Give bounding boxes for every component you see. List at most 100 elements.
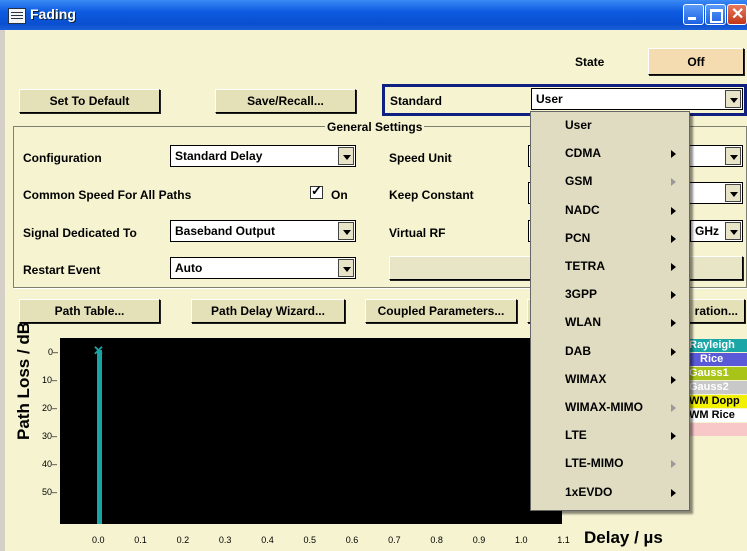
state-toggle-button[interactable]: Off bbox=[648, 48, 744, 75]
virtual-rf-unit-select[interactable]: GHz bbox=[690, 220, 743, 242]
submenu-arrow-icon bbox=[671, 460, 676, 469]
virtual-rf-unit-value: GHz bbox=[695, 224, 719, 238]
legend-item: WM Rice bbox=[686, 409, 747, 422]
signal-dedicated-value: Baseband Output bbox=[175, 224, 276, 238]
menu-item-label: WLAN bbox=[565, 315, 601, 330]
legend-item bbox=[686, 423, 747, 436]
virtual-rf-label: Virtual RF bbox=[389, 226, 446, 240]
close-button[interactable]: ✕ bbox=[727, 4, 747, 25]
standard-dropdown-menu: User CDMA GSM NADC PCN TETRA 3GPP WLAN DAB WIMAX W… bbox=[530, 111, 690, 511]
menu-item-wimax-mimo[interactable]: WIMAX-MIMO bbox=[531, 394, 689, 422]
x-axis-label: Delay / µs bbox=[584, 528, 663, 547]
x-tick-label: 0.3 bbox=[218, 535, 232, 545]
menu-item-cdma[interactable]: CDMA bbox=[531, 140, 689, 168]
chevron-down-icon[interactable] bbox=[338, 222, 354, 240]
chevron-down-icon[interactable] bbox=[725, 222, 741, 240]
signal-dedicated-select[interactable]: Baseband Output bbox=[170, 220, 356, 242]
chevron-down-icon[interactable] bbox=[338, 147, 354, 165]
x-tick-label: 0.1 bbox=[134, 535, 147, 545]
menu-item-user[interactable]: User bbox=[531, 112, 689, 140]
y-tick-label: 40– bbox=[42, 459, 58, 469]
general-settings-title: General Settings bbox=[325, 120, 425, 134]
x-tick-label: 1.0 bbox=[515, 535, 528, 545]
restart-event-select[interactable]: Auto bbox=[170, 257, 356, 279]
x-tick-label: 0.5 bbox=[303, 535, 317, 545]
chevron-down-icon[interactable] bbox=[338, 259, 354, 277]
y-tick-label: 10– bbox=[42, 375, 58, 385]
maximize-button[interactable] bbox=[705, 4, 726, 25]
x-tick-label: 0.7 bbox=[388, 535, 401, 545]
chevron-down-icon[interactable] bbox=[725, 184, 741, 202]
configuration-select[interactable]: Standard Delay bbox=[170, 145, 356, 167]
set-to-default-button[interactable]: Set To Default bbox=[19, 89, 160, 113]
menu-item-label: TETRA bbox=[565, 259, 605, 273]
standard-select[interactable]: User bbox=[531, 88, 743, 110]
menu-item-nadc[interactable]: NADC bbox=[531, 197, 689, 225]
x-tick-label: 0.0 bbox=[92, 535, 105, 545]
menu-item-label: NADC bbox=[565, 202, 600, 217]
menu-item-wimax[interactable]: WIMAX bbox=[531, 366, 689, 394]
menu-item-label: PCN bbox=[565, 230, 591, 245]
window-icon bbox=[8, 8, 26, 24]
menu-item-1xevdo[interactable]: 1xEVDO bbox=[531, 479, 689, 507]
y-tick-label: 20– bbox=[42, 403, 58, 413]
minimize-button[interactable] bbox=[683, 4, 704, 25]
y-axis-label: Path Loss / dB bbox=[14, 321, 33, 440]
maximize-icon bbox=[710, 9, 723, 23]
menu-item-gsm[interactable]: GSM bbox=[531, 168, 689, 196]
menu-item-label: WIMAX-MIMO bbox=[565, 400, 643, 414]
legend-item: Gauss2 bbox=[686, 381, 747, 394]
menu-item-lte[interactable]: LTE bbox=[531, 422, 689, 450]
coupled-parameters-button[interactable]: Coupled Parameters... bbox=[365, 299, 517, 323]
speed-unit-label: Speed Unit bbox=[389, 151, 452, 165]
restart-event-value: Auto bbox=[175, 261, 203, 275]
submenu-arrow-icon bbox=[671, 375, 676, 384]
submenu-arrow-icon bbox=[671, 404, 676, 412]
menu-item-tetra[interactable]: TETRA bbox=[531, 253, 689, 281]
submenu-arrow-icon bbox=[671, 291, 676, 300]
menu-item-lte-mimo[interactable]: LTE-MIMO bbox=[531, 450, 689, 478]
common-speed-checkbox[interactable]: ✓ bbox=[310, 183, 323, 199]
close-icon: ✕ bbox=[731, 6, 745, 23]
menu-item-wlan[interactable]: WLAN bbox=[531, 309, 689, 337]
menu-item-label: LTE bbox=[565, 428, 587, 443]
configuration-value: Standard Delay bbox=[175, 149, 263, 163]
menu-item-label: CDMA bbox=[565, 146, 601, 161]
menu-item-3gpp[interactable]: 3GPP bbox=[531, 281, 689, 309]
x-tick-label: 0.8 bbox=[430, 535, 443, 545]
y-tick-label: 30– bbox=[42, 431, 58, 441]
x-tick-label: 0.2 bbox=[176, 535, 190, 545]
title-bar: Fading ✕ bbox=[0, 0, 747, 30]
configuration-label: Configuration bbox=[23, 151, 102, 165]
window-title: Fading bbox=[30, 6, 76, 22]
legend-item: Rice bbox=[686, 353, 747, 366]
submenu-arrow-icon bbox=[671, 432, 676, 441]
x-tick-label: 0.9 bbox=[472, 535, 486, 545]
standard-value: User bbox=[536, 92, 563, 106]
state-label: State bbox=[575, 55, 605, 69]
path-table-button[interactable]: Path Table... bbox=[19, 299, 160, 323]
path-marker-line bbox=[97, 350, 102, 524]
y-tick-label: 50– bbox=[42, 487, 58, 497]
common-speed-on-label: On bbox=[331, 188, 348, 202]
chevron-down-icon[interactable] bbox=[725, 90, 741, 108]
y-tick-label: 0– bbox=[48, 347, 59, 357]
minimize-icon bbox=[688, 17, 696, 20]
menu-item-label: 3GPP bbox=[565, 287, 598, 302]
chevron-down-icon[interactable] bbox=[725, 147, 741, 165]
restart-event-label: Restart Event bbox=[23, 263, 101, 277]
submenu-arrow-icon bbox=[671, 347, 676, 356]
path-delay-wizard-button[interactable]: Path Delay Wizard... bbox=[191, 299, 345, 323]
legend-item: Gauss1 bbox=[686, 367, 747, 380]
menu-item-label: User bbox=[565, 118, 592, 132]
submenu-arrow-icon bbox=[671, 206, 676, 215]
standard-label: Standard bbox=[390, 94, 443, 108]
save-recall-button[interactable]: Save/Recall... bbox=[215, 89, 356, 113]
path-loss-plot: ✕ bbox=[60, 338, 562, 524]
menu-item-dab[interactable]: DAB bbox=[531, 338, 689, 366]
submenu-arrow-icon bbox=[671, 263, 676, 271]
legend-item: WM Dopp bbox=[686, 395, 747, 408]
menu-item-pcn[interactable]: PCN bbox=[531, 225, 689, 253]
submenu-arrow-icon bbox=[671, 319, 676, 328]
submenu-arrow-icon bbox=[671, 178, 676, 187]
